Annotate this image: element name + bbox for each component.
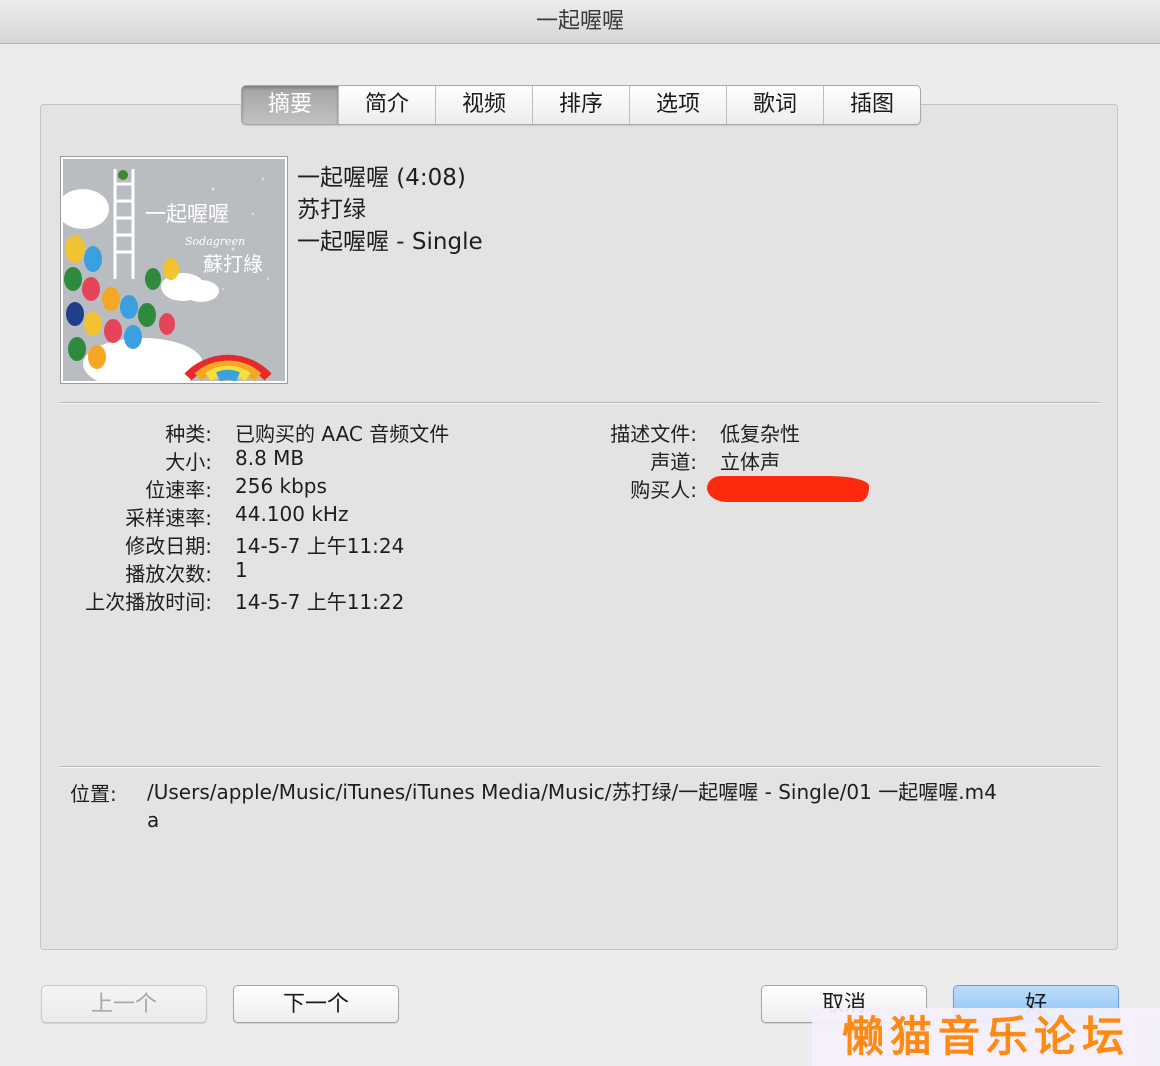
song-album: 一起喔喔 - Single (297, 229, 483, 255)
bitrate-label: 位速率: (145, 478, 212, 502)
tab-info[interactable]: 简介 (338, 86, 435, 124)
song-title: 一起喔喔 (4:08) (297, 165, 466, 191)
location-label: 位置: (70, 782, 117, 806)
tab-options[interactable]: 选项 (629, 86, 726, 124)
location-path: /Users/apple/Music/iTunes/iTunes Media/M… (147, 780, 997, 832)
next-button[interactable]: 下一个 (233, 985, 399, 1023)
tab-bar: 摘要 简介 视频 排序 选项 歌词 插图 (241, 85, 921, 125)
tab-sorting[interactable]: 排序 (532, 86, 629, 124)
tab-lyrics[interactable]: 歌词 (726, 86, 823, 124)
separator-bottom (60, 766, 1100, 768)
size-value: 8.8 MB (235, 446, 305, 470)
bitrate-value: 256 kbps (235, 474, 327, 498)
size-label: 大小: (165, 450, 212, 474)
artwork-artist-text: 蘇打綠 (203, 252, 263, 276)
artwork-english-text: Sodagreen (185, 235, 245, 248)
channels-value: 立体声 (720, 450, 780, 474)
kind-label: 种类: (165, 422, 212, 446)
kind-value: 已购买的 AAC 音频文件 (235, 422, 450, 446)
purchased-by-redaction (707, 476, 869, 502)
sample-rate-value: 44.100 kHz (235, 502, 349, 526)
profile-label: 描述文件: (610, 422, 697, 446)
previous-button[interactable]: 上一个 (41, 985, 207, 1023)
song-artist: 苏打绿 (297, 197, 366, 223)
window-title: 一起喔喔 (0, 0, 1160, 44)
play-count-value: 1 (235, 558, 248, 582)
channels-label: 声道: (650, 450, 697, 474)
play-count-label: 播放次数: (125, 562, 212, 586)
last-played-label: 上次播放时间: (85, 590, 212, 614)
album-artwork-image: 一起喔喔 Sodagreen 蘇打綠 (63, 159, 285, 381)
tab-summary[interactable]: 摘要 (242, 86, 338, 124)
forum-watermark: 懒猫音乐论坛 (812, 1008, 1160, 1066)
tab-video[interactable]: 视频 (435, 86, 532, 124)
purchased-by-label: 购买人: (630, 478, 697, 502)
separator-top (60, 402, 1100, 404)
date-modified-label: 修改日期: (125, 534, 212, 558)
tab-artwork[interactable]: 插图 (823, 86, 920, 124)
artwork-title-text: 一起喔喔 (145, 202, 229, 226)
date-modified-value: 14-5-7 上午11:24 (235, 534, 405, 558)
last-played-value: 14-5-7 上午11:22 (235, 590, 405, 614)
profile-value: 低复杂性 (720, 422, 800, 446)
album-artwork: 一起喔喔 Sodagreen 蘇打綠 (60, 156, 288, 384)
sample-rate-label: 采样速率: (125, 506, 212, 530)
